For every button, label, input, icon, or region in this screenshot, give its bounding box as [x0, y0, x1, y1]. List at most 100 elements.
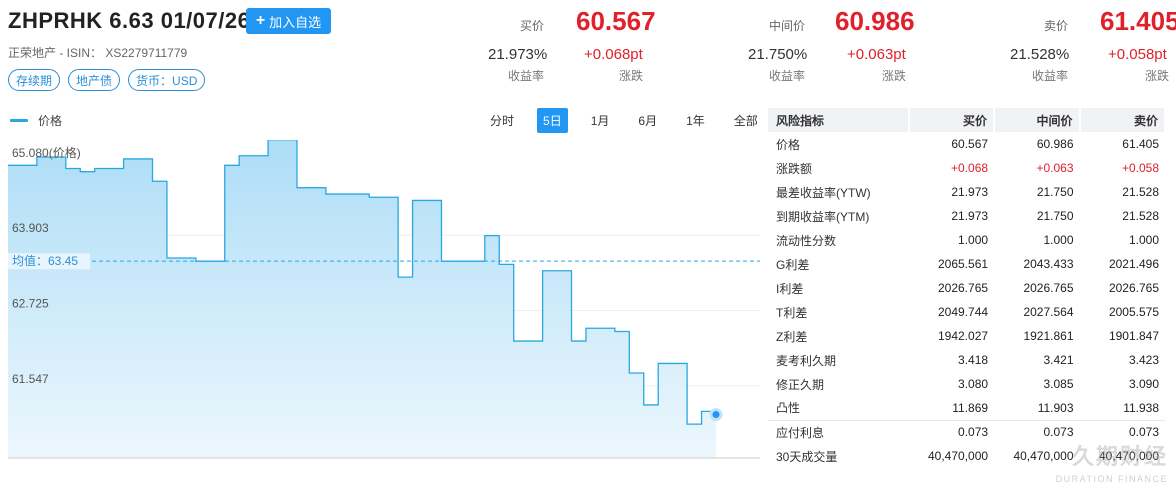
- bid-value: 1.000: [958, 233, 989, 247]
- metric-label: 应付利息: [768, 419, 909, 444]
- ask-yield: 21.528%: [1010, 46, 1070, 63]
- ask-value: 2021.496: [1108, 257, 1159, 271]
- ask-value: 2026.765: [1108, 281, 1159, 295]
- metric-label: Z利差: [776, 329, 808, 344]
- header-mid: 中间价: [994, 108, 1081, 132]
- mid-label: 中间价: [769, 19, 806, 33]
- chart-legend[interactable]: 价格: [10, 112, 62, 129]
- mid-value: 1.000: [1043, 233, 1074, 247]
- bid-value: 2049.744: [937, 305, 989, 319]
- mid-value: 40,470,000: [1013, 449, 1074, 463]
- mid-value: 2026.765: [1023, 281, 1074, 295]
- tab-all[interactable]: 全部: [728, 108, 764, 133]
- issuer-isin: 正荣地产 - ISIN： XS2279711779: [8, 46, 188, 60]
- mid-value: 1921.861: [1023, 329, 1074, 343]
- tab-intraday[interactable]: 分时: [484, 108, 520, 133]
- ask-value: +0.058: [1121, 161, 1159, 175]
- watermark-logo: 久期财经: [1071, 444, 1168, 469]
- price-area: [8, 140, 716, 458]
- watermark-subtitle: DURATION FINANCE: [1055, 474, 1168, 484]
- mid-price: 60.986: [835, 6, 915, 36]
- x-tick-label: 2022-01-06: [425, 459, 487, 460]
- tag-currency[interactable]: 货币：USD: [128, 69, 206, 91]
- bid-value: 21.973: [951, 209, 989, 223]
- ask-price: 61.405: [1100, 6, 1176, 36]
- table-row: 麦考利久期 3.418 3.421 3.423: [768, 348, 1165, 372]
- ask-value: 3.423: [1128, 353, 1159, 367]
- x-tick-label: 2022-01-07: [540, 459, 602, 460]
- last-price-marker[interactable]: [709, 408, 723, 422]
- bid-yield: 21.973%: [488, 46, 548, 63]
- ask-value: 61.405: [1122, 137, 1159, 151]
- mid-yield-label: 收益率: [769, 69, 806, 83]
- header-metric: 风险指标: [768, 108, 910, 132]
- bid-price: 60.567: [576, 6, 656, 36]
- mid-value: 60.986: [1036, 137, 1074, 151]
- bid-change: +0.068pt: [584, 46, 643, 63]
- ask-value: 21.528: [1122, 209, 1159, 223]
- y-tick-label: 62.725: [12, 297, 49, 311]
- table-header-row: 风险指标 买价 中间价 卖价: [768, 108, 1167, 132]
- x-tick-label: 2022-01-05: [276, 459, 338, 460]
- metric-label: 价格: [776, 137, 801, 152]
- table-row: 凸性 11.869 11.903 11.938: [768, 396, 1165, 420]
- legend-label: 价格: [38, 114, 63, 128]
- metric-label: I利差: [776, 281, 804, 296]
- mid-value: 2027.564: [1023, 305, 1074, 319]
- bid-value: 1942.027: [937, 329, 989, 343]
- bid-value: 60.567: [951, 137, 989, 151]
- bid-value: 2065.561: [937, 257, 989, 271]
- table-row: 修正久期 3.080 3.085 3.090: [768, 372, 1165, 396]
- bid-value: 40,470,000: [927, 449, 989, 463]
- y-tick-label: 61.547: [12, 372, 49, 386]
- tab-6m[interactable]: 6月: [632, 108, 663, 133]
- bid-label: 买价: [520, 19, 545, 33]
- metric-label: 流动性分数: [776, 233, 837, 248]
- legend-swatch: [10, 119, 28, 122]
- average-label: 均值：63.45: [12, 253, 78, 268]
- table-row: Z利差 1942.027 1921.861 1901.847: [768, 324, 1165, 348]
- metric-label: 凸性: [776, 401, 801, 416]
- price-chart[interactable]: 均值：63.45 65.080(价格) 63.903 62.725 61.547 2…: [8, 140, 760, 460]
- tab-5d[interactable]: 5日: [537, 108, 568, 133]
- bid-value: 0.073: [908, 419, 995, 444]
- range-tabs: 分时 5日 1月 6月 1年 全部: [484, 108, 781, 133]
- ask-value: 1901.847: [1108, 329, 1159, 343]
- bond-tags: 存续期 地产债 货币：USD: [8, 69, 206, 91]
- table-row: 到期收益率(YTM) 21.973 21.750 21.528: [768, 204, 1165, 228]
- y-tick-label: 63.903: [12, 221, 49, 235]
- mid-value: 0.073: [994, 419, 1080, 444]
- tab-1y[interactable]: 1年: [680, 108, 711, 133]
- table-row: 涨跌额 +0.068 +0.063 +0.058: [768, 156, 1165, 180]
- y-axis-title: 65.080(价格): [12, 145, 81, 160]
- x-tick-label: 2022-01-03: [11, 459, 73, 460]
- ask-value: 1.000: [1128, 233, 1159, 247]
- tag-sector[interactable]: 地产债: [68, 69, 121, 91]
- bid-value: 21.973: [951, 185, 989, 199]
- mid-value: 2043.433: [1023, 257, 1074, 271]
- bid-value: 3.418: [958, 353, 989, 367]
- ask-change-label: 涨跌: [1145, 69, 1170, 83]
- ask-change: +0.058pt: [1108, 46, 1167, 63]
- tag-status[interactable]: 存续期: [8, 69, 61, 91]
- table-row: G利差 2065.561 2043.433 2021.496: [768, 252, 1165, 276]
- add-to-watchlist-button[interactable]: + 加入自选: [246, 8, 331, 34]
- tab-1m[interactable]: 1月: [585, 108, 616, 133]
- header-bid: 买价: [908, 108, 996, 132]
- x-tick-label: 2022-01-04: [125, 459, 187, 460]
- metric-label: 到期收益率(YTM): [776, 209, 870, 224]
- metric-label: 30天成交量: [776, 449, 838, 464]
- risk-metrics-table: 风险指标 买价 中间价 卖价 价格 60.567 60.986 61.405 涨跌额 +0…: [768, 108, 1167, 468]
- mid-yield: 21.750%: [748, 46, 808, 63]
- table-row: 价格 60.567 60.986 61.405: [768, 132, 1165, 156]
- metric-label: 麦考利久期: [776, 353, 837, 368]
- bid-value: 2026.765: [937, 281, 989, 295]
- ask-value: 3.090: [1128, 377, 1159, 391]
- metric-label: T利差: [776, 305, 808, 320]
- bond-title: ZHPRHK 6.63 01/07/26: [8, 8, 251, 33]
- add-to-watchlist-label: 加入自选: [269, 14, 322, 30]
- bid-yield-label: 收益率: [508, 69, 545, 83]
- header-ask: 卖价: [1079, 108, 1167, 132]
- table-row: 最差收益率(YTW) 21.973 21.750 21.528: [768, 180, 1165, 204]
- ask-value: 11.938: [1123, 400, 1159, 415]
